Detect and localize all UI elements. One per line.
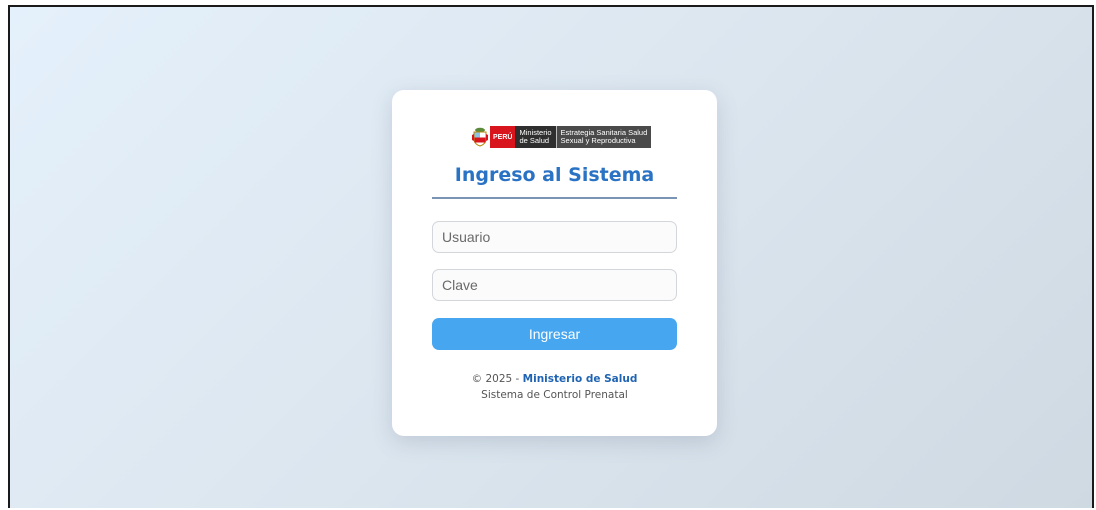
ministry-link[interactable]: Ministerio de Salud	[523, 373, 638, 385]
minsa-logo: PERÚ Ministerio de Salud Estrategia Sani…	[470, 124, 652, 150]
system-name: Sistema de Control Prenatal	[481, 389, 628, 401]
password-input[interactable]	[432, 269, 677, 301]
logo-peru-label: PERÚ	[490, 126, 516, 148]
page-title: Ingreso al Sistema	[454, 164, 655, 186]
logo-strategy-label: Estrategia Sanitaria Salud Sexual y Repr…	[556, 126, 652, 148]
username-input[interactable]	[432, 221, 677, 253]
logo-minsa-label: Ministerio de Salud	[515, 126, 557, 148]
footer-copyright-line: © 2025 - Ministerio de Salud	[392, 371, 717, 387]
browser-viewport: PERÚ Ministerio de Salud Estrategia Sani…	[8, 5, 1094, 508]
footer: © 2025 - Ministerio de Salud Sistema de …	[392, 371, 717, 403]
login-button[interactable]: Ingresar	[432, 318, 677, 350]
title-divider	[432, 197, 677, 199]
peru-coat-of-arms-icon	[470, 124, 490, 150]
login-card: PERÚ Ministerio de Salud Estrategia Sani…	[392, 90, 717, 436]
logo-strategy-line2: Sexual y Reproductiva	[560, 136, 636, 145]
logo-minsa-line2: de Salud	[519, 136, 550, 145]
copyright-text: © 2025 -	[471, 373, 523, 385]
